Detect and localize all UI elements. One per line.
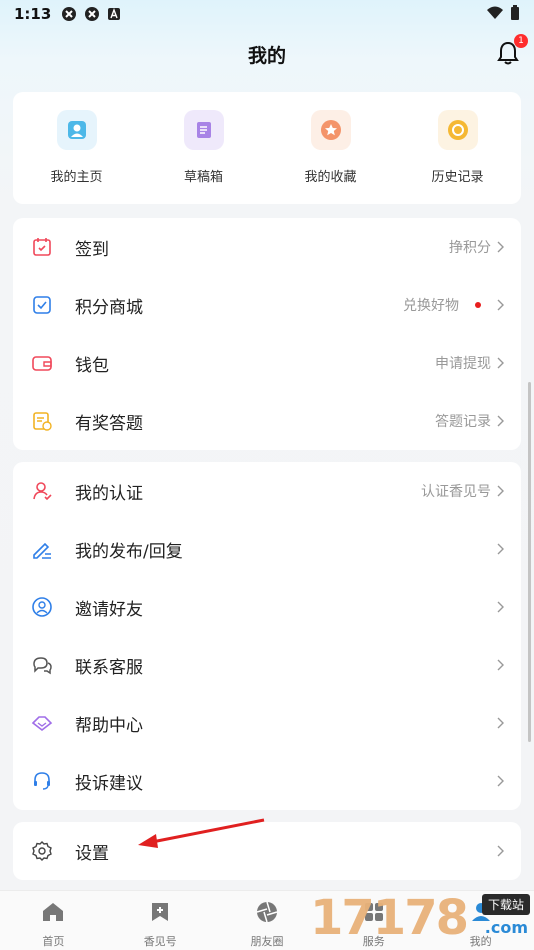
edit-icon (31, 538, 53, 560)
wifi-icon (486, 6, 504, 24)
menu-item-sub: 挣积分 (449, 240, 491, 256)
chevron-right-icon (495, 298, 505, 312)
quiz-icon (31, 410, 53, 432)
status-bar: 1:13 (0, 0, 534, 28)
bookmark-icon (149, 901, 171, 927)
star-icon (310, 110, 351, 150)
tab-label: 香见号 (143, 935, 177, 948)
headset-icon (31, 770, 53, 792)
menu-item-label: 帮助中心 (75, 715, 143, 736)
user-icon (56, 110, 97, 150)
quick-links-card: 我的主页 草稿箱 我的收藏 历史记录 (13, 92, 521, 204)
watermark-digits: 17178 (310, 890, 469, 946)
home-icon (41, 901, 65, 927)
menu-item-label: 钱包 (75, 355, 109, 376)
watermark-tag: 下载站 (481, 894, 530, 915)
chevron-right-icon (495, 658, 505, 672)
tab-label: 朋友圈 (250, 935, 284, 948)
quick-link-label: 我的收藏 (304, 170, 357, 185)
menu-item-my-posts[interactable]: 我的发布/回复 (13, 520, 521, 578)
menu-item-quiz[interactable]: 有奖答题 答题记录 (13, 392, 521, 450)
menu-item-label: 积分商城 (75, 297, 143, 318)
menu-item-label: 有奖答题 (75, 413, 143, 434)
menu-item-feedback[interactable]: 投诉建议 (13, 752, 521, 810)
bell-icon (496, 41, 520, 70)
wallet-icon (31, 352, 53, 374)
chevron-right-icon (495, 716, 505, 730)
app-notification-icon (84, 6, 100, 22)
menu-item-label: 联系客服 (75, 657, 143, 678)
header: 我的 1 (0, 30, 534, 78)
chevron-right-icon (495, 356, 505, 370)
chevron-right-icon (495, 414, 505, 428)
quick-link-label: 草稿箱 (183, 170, 223, 185)
invite-icon (31, 596, 53, 618)
menu-item-customer-service[interactable]: 联系客服 (13, 636, 521, 694)
menu-item-checkin[interactable]: 签到 挣积分 (13, 218, 521, 276)
help-icon (31, 712, 53, 734)
menu-item-label: 邀请好友 (75, 599, 143, 620)
quick-link-history[interactable]: 历史记录 (394, 92, 521, 204)
menu-item-sub: 答题记录 (435, 414, 491, 430)
chevron-right-icon (495, 600, 505, 614)
chevron-right-icon (495, 484, 505, 498)
menu-item-invite-friends[interactable]: 邀请好友 (13, 578, 521, 636)
quick-link-drafts[interactable]: 草稿箱 (140, 92, 267, 204)
notification-badge: 1 (514, 34, 528, 48)
notification-button[interactable]: 1 (496, 34, 528, 70)
tab-moments[interactable]: 朋友圈 (214, 891, 321, 950)
tab-home[interactable]: 首页 (0, 891, 107, 950)
watermark-suffix: .com (484, 918, 528, 937)
menu-item-label: 我的发布/回复 (75, 541, 183, 562)
quick-link-homepage[interactable]: 我的主页 (13, 92, 140, 204)
scrollbar[interactable] (528, 382, 531, 742)
app-notification-icon (61, 6, 77, 22)
menu-item-label: 投诉建议 (75, 773, 143, 794)
menu-item-verification[interactable]: 我的认证 认证香见号 (13, 462, 521, 520)
gear-icon (31, 840, 53, 862)
menu-group-account: 我的认证 认证香见号 我的发布/回复 邀请好友 联系客服 帮助中心 投诉建议 (13, 462, 521, 810)
annotation-arrow (138, 818, 265, 848)
menu-item-label: 我的认证 (75, 483, 143, 504)
menu-item-sub: 兑换好物 (403, 298, 459, 314)
menu-group-points: 签到 挣积分 积分商城 兑换好物 钱包 申请提现 有奖答题 答题记录 (13, 218, 521, 450)
clock-icon (437, 110, 478, 150)
tab-xiangjianhao[interactable]: 香见号 (107, 891, 214, 950)
verify-icon (31, 480, 53, 502)
menu-item-sub: 认证香见号 (421, 484, 491, 500)
status-time: 1:13 (14, 5, 52, 23)
menu-item-help-center[interactable]: 帮助中心 (13, 694, 521, 752)
menu-item-points-mall[interactable]: 积分商城 兑换好物 (13, 276, 521, 334)
new-dot (475, 302, 481, 308)
a-badge-icon (107, 7, 121, 21)
tab-label: 首页 (42, 935, 65, 948)
chevron-right-icon (495, 240, 505, 254)
quick-link-favorites[interactable]: 我的收藏 (267, 92, 394, 204)
chevron-right-icon (495, 844, 505, 858)
chevron-right-icon (495, 542, 505, 556)
menu-item-label: 签到 (75, 239, 109, 260)
battery-icon (510, 5, 520, 25)
scroll-icon (183, 110, 224, 150)
calendar-icon (31, 236, 53, 258)
menu-item-sub: 申请提现 (435, 356, 491, 372)
chevron-right-icon (495, 774, 505, 788)
menu-item-wallet[interactable]: 钱包 申请提现 (13, 334, 521, 392)
quick-link-label: 历史记录 (431, 170, 484, 185)
page-title: 我的 (247, 44, 286, 67)
shop-icon (31, 294, 53, 316)
chat-icon (31, 654, 53, 676)
watermark-logo: 17178 下载站 .com (310, 888, 534, 950)
quick-link-label: 我的主页 (50, 170, 103, 185)
aperture-icon (256, 901, 278, 927)
